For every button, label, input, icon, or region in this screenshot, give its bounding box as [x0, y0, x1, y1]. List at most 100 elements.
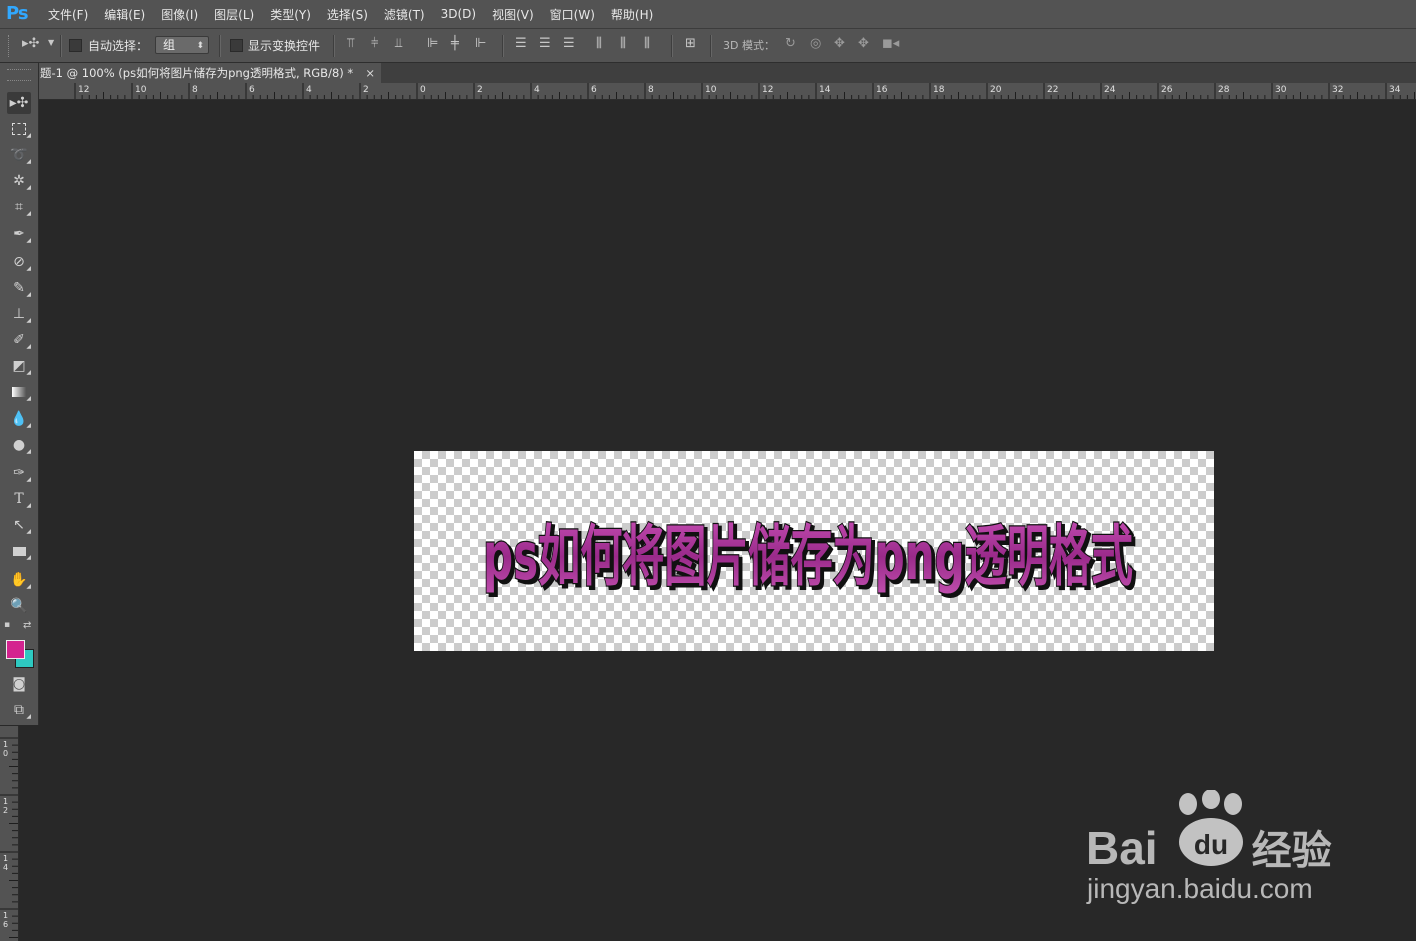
- grip-handle[interactable]: [8, 35, 15, 57]
- document-tab[interactable]: 题-1 @ 100% (ps如何将图片储存为png透明格式, RGB/8) * …: [38, 63, 381, 83]
- dodge-tool-icon[interactable]: ● ◢: [7, 434, 31, 456]
- auto-select-label: 自动选择：: [88, 39, 149, 53]
- screen-mode-icon[interactable]: ⧉ ◢: [7, 699, 31, 721]
- ruler-label: 10: [135, 85, 147, 95]
- foreground-color-swatch[interactable]: [6, 640, 25, 659]
- ruler-label: 6: [591, 85, 597, 95]
- ruler-label: 16: [876, 85, 888, 95]
- type-tool-icon[interactable]: T ◢: [7, 488, 31, 510]
- brush-tool-icon[interactable]: ✎ ◢: [7, 277, 31, 299]
- distribute-top-icon[interactable]: ☰: [515, 36, 527, 51]
- rectangle-tool-icon[interactable]: ◢: [7, 540, 31, 562]
- photoshop-logo: Ps: [6, 3, 29, 24]
- ruler-label: 28: [1218, 85, 1230, 95]
- toolbox: ▸✣ ◢ ➰ ◢ ✲ ◢ ⌗ ◢ ✒ ◢ ⊘ ◢ ✎ ◢ ⊥ ◢ ✐ ◢ ◩ ◢ ◢ 💧 ◢ ● ◢ …: [0, 63, 39, 725]
- hand-tool-icon[interactable]: ✋ ◢: [7, 569, 31, 591]
- menu-bar: Ps 文件(F) 编辑(E) 图像(I) 图层(L) 类型(Y) 选择(S) 滤镜(T) 3D…: [0, 0, 1416, 29]
- horizontal-ruler[interactable]: 12 10 8 6 4 2 0 2 4 6 8 10 12 14 16 18 20 22 24 26 28 30 32 34: [38, 83, 1416, 100]
- clone-stamp-tool-icon[interactable]: ⊥ ◢: [7, 303, 31, 325]
- show-transform-checkbox[interactable]: [230, 39, 243, 52]
- 3d-slide-icon[interactable]: ✥: [858, 36, 869, 51]
- ruler-label: 1: [3, 740, 8, 749]
- ruler-label: 6: [3, 920, 8, 929]
- menu-item-3[interactable]: 图层(L): [206, 6, 262, 23]
- ruler-label: 1: [3, 911, 8, 920]
- crop-tool-icon[interactable]: ⌗ ◢: [7, 196, 31, 218]
- tool-preset-dropdown-icon[interactable]: ▼: [48, 38, 54, 47]
- 3d-camera-icon[interactable]: ◼◂: [882, 36, 899, 51]
- 3d-rotate-icon[interactable]: ↻: [785, 36, 796, 51]
- ruler-label: 26: [1161, 85, 1173, 95]
- menu-item-4[interactable]: 类型(Y): [262, 6, 319, 23]
- 3d-drag-icon[interactable]: ✥: [834, 36, 845, 51]
- history-brush-tool-icon[interactable]: ✐ ◢: [7, 329, 31, 351]
- watermark-brand-jingyan: 经验: [1251, 829, 1332, 873]
- vertical-ruler[interactable]: 10121416: [0, 726, 19, 941]
- menu-item-1[interactable]: 编辑(E): [96, 6, 153, 23]
- menu-list: 文件(F) 编辑(E) 图像(I) 图层(L) 类型(Y) 选择(S) 滤镜(T) 3D(D)…: [40, 0, 661, 28]
- gradient-tool-icon[interactable]: ◢: [7, 381, 31, 403]
- auto-select-value: 组: [163, 38, 176, 52]
- horizontal-ruler-ticks: 12 10 8 6 4 2 0 2 4 6 8 10 12 14 16 18 20 22 24 26 28 30 32 34: [74, 83, 1415, 99]
- move-tool-icon[interactable]: ▸✣: [7, 92, 31, 114]
- ruler-label: 30: [1275, 85, 1287, 95]
- auto-select-checkbox[interactable]: [69, 39, 82, 52]
- auto-align-icon[interactable]: ⊞: [685, 36, 696, 51]
- ruler-label: 12: [78, 85, 89, 95]
- ruler-label: 4: [534, 85, 540, 95]
- menu-item-8[interactable]: 视图(V): [484, 6, 542, 23]
- align-left-icon[interactable]: ⊫: [427, 36, 438, 51]
- close-document-icon[interactable]: ×: [365, 63, 375, 83]
- eyedropper-tool-icon[interactable]: ✒ ◢: [7, 223, 31, 245]
- distribute-bottom-icon[interactable]: ☰: [563, 36, 575, 51]
- marquee-tool-icon[interactable]: ◢: [7, 118, 31, 140]
- healing-brush-tool-icon[interactable]: ⊘ ◢: [7, 251, 31, 273]
- auto-select-dropdown[interactable]: 组 ⬍: [155, 36, 209, 54]
- ruler-label: 4: [3, 863, 8, 872]
- ruler-label: 20: [990, 85, 1002, 95]
- document-tab-title: 题-1 @ 100% (ps如何将图片储存为png透明格式, RGB/8) *: [40, 66, 354, 80]
- vertical-ruler-ticks: 10121416: [0, 737, 18, 938]
- move-tool-icon[interactable]: ▸✣: [22, 36, 39, 51]
- menu-item-5[interactable]: 选择(S): [319, 6, 376, 23]
- watermark-url: jingyan.baidu.com: [1087, 873, 1313, 904]
- ruler-label: 8: [192, 85, 198, 95]
- blur-tool-icon[interactable]: 💧 ◢: [7, 408, 31, 430]
- ruler-label: 24: [1104, 85, 1116, 95]
- ruler-label: 1: [3, 854, 8, 863]
- align-right-icon[interactable]: ⊩: [475, 36, 486, 51]
- toolbox-grip[interactable]: [7, 69, 31, 81]
- quick-mask-icon[interactable]: ◙: [7, 673, 31, 695]
- 3d-roll-icon[interactable]: ◎: [810, 36, 821, 51]
- align-vcenter-icon[interactable]: ⫩: [371, 36, 378, 51]
- pen-tool-icon[interactable]: ✑ ◢: [7, 462, 31, 484]
- document-canvas[interactable]: ps如何将图片储存为png透明格式 ps如何将图片储存为png透明格式: [414, 451, 1214, 651]
- menu-item-0[interactable]: 文件(F): [40, 6, 96, 23]
- align-top-icon[interactable]: ⫪: [347, 36, 354, 51]
- swap-colors-icon[interactable]: ⇄: [23, 620, 31, 631]
- ruler-label: 0: [3, 749, 8, 758]
- canvas-text: ps如何将图片储存为png透明格式: [483, 518, 1133, 595]
- ruler-label: 12: [762, 85, 773, 95]
- distribute-vcenter-icon[interactable]: ☰: [539, 36, 551, 51]
- menu-item-6[interactable]: 滤镜(T): [376, 6, 433, 23]
- menu-item-2[interactable]: 图像(I): [153, 6, 206, 23]
- menu-item-7[interactable]: 3D(D): [433, 7, 484, 21]
- ruler-label: 10: [705, 85, 717, 95]
- distribute-hcenter-icon[interactable]: ⫼: [620, 36, 626, 51]
- align-bottom-icon[interactable]: ⫫: [395, 36, 402, 51]
- ruler-label: 4: [306, 85, 312, 95]
- magic-wand-tool-icon[interactable]: ✲ ◢: [7, 170, 31, 192]
- eraser-tool-icon[interactable]: ◩ ◢: [7, 355, 31, 377]
- distribute-right-icon[interactable]: ⫼: [644, 36, 650, 51]
- canvas-text-layer[interactable]: ps如何将图片储存为png透明格式 ps如何将图片储存为png透明格式: [414, 451, 1214, 651]
- zoom-tool-icon[interactable]: 🔍: [7, 595, 31, 617]
- align-hcenter-icon[interactable]: ╪: [451, 36, 459, 51]
- dropdown-arrows-icon: ⬍: [196, 41, 204, 51]
- distribute-left-icon[interactable]: ⫼: [596, 36, 602, 51]
- lasso-tool-icon[interactable]: ➰ ◢: [7, 144, 31, 166]
- menu-item-9[interactable]: 窗口(W): [542, 6, 603, 23]
- path-selection-tool-icon[interactable]: ↖ ◢: [7, 514, 31, 536]
- default-colors-icon[interactable]: ▪: [4, 620, 10, 630]
- menu-item-10[interactable]: 帮助(H): [603, 6, 661, 23]
